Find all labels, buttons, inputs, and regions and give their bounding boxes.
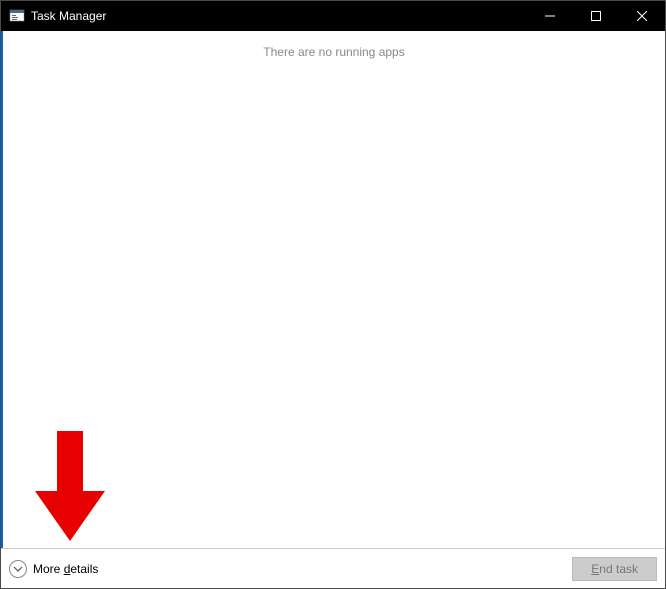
app-icon [9,8,25,24]
window-controls [527,1,665,31]
close-button[interactable] [619,1,665,31]
annotation-arrow-icon [35,431,105,544]
end-task-button[interactable]: End task [572,557,657,581]
minimize-button[interactable] [527,1,573,31]
footer-bar: More details End task [1,548,665,588]
window-title: Task Manager [31,9,527,23]
chevron-down-icon [9,560,27,578]
maximize-button[interactable] [573,1,619,31]
content-area: There are no running apps [1,31,665,548]
more-details-button[interactable]: More details [9,560,98,578]
empty-state-message: There are no running apps [3,31,665,59]
more-details-label: More details [33,562,98,576]
task-manager-window: Task Manager There are no running apps [0,0,666,589]
titlebar[interactable]: Task Manager [1,1,665,31]
